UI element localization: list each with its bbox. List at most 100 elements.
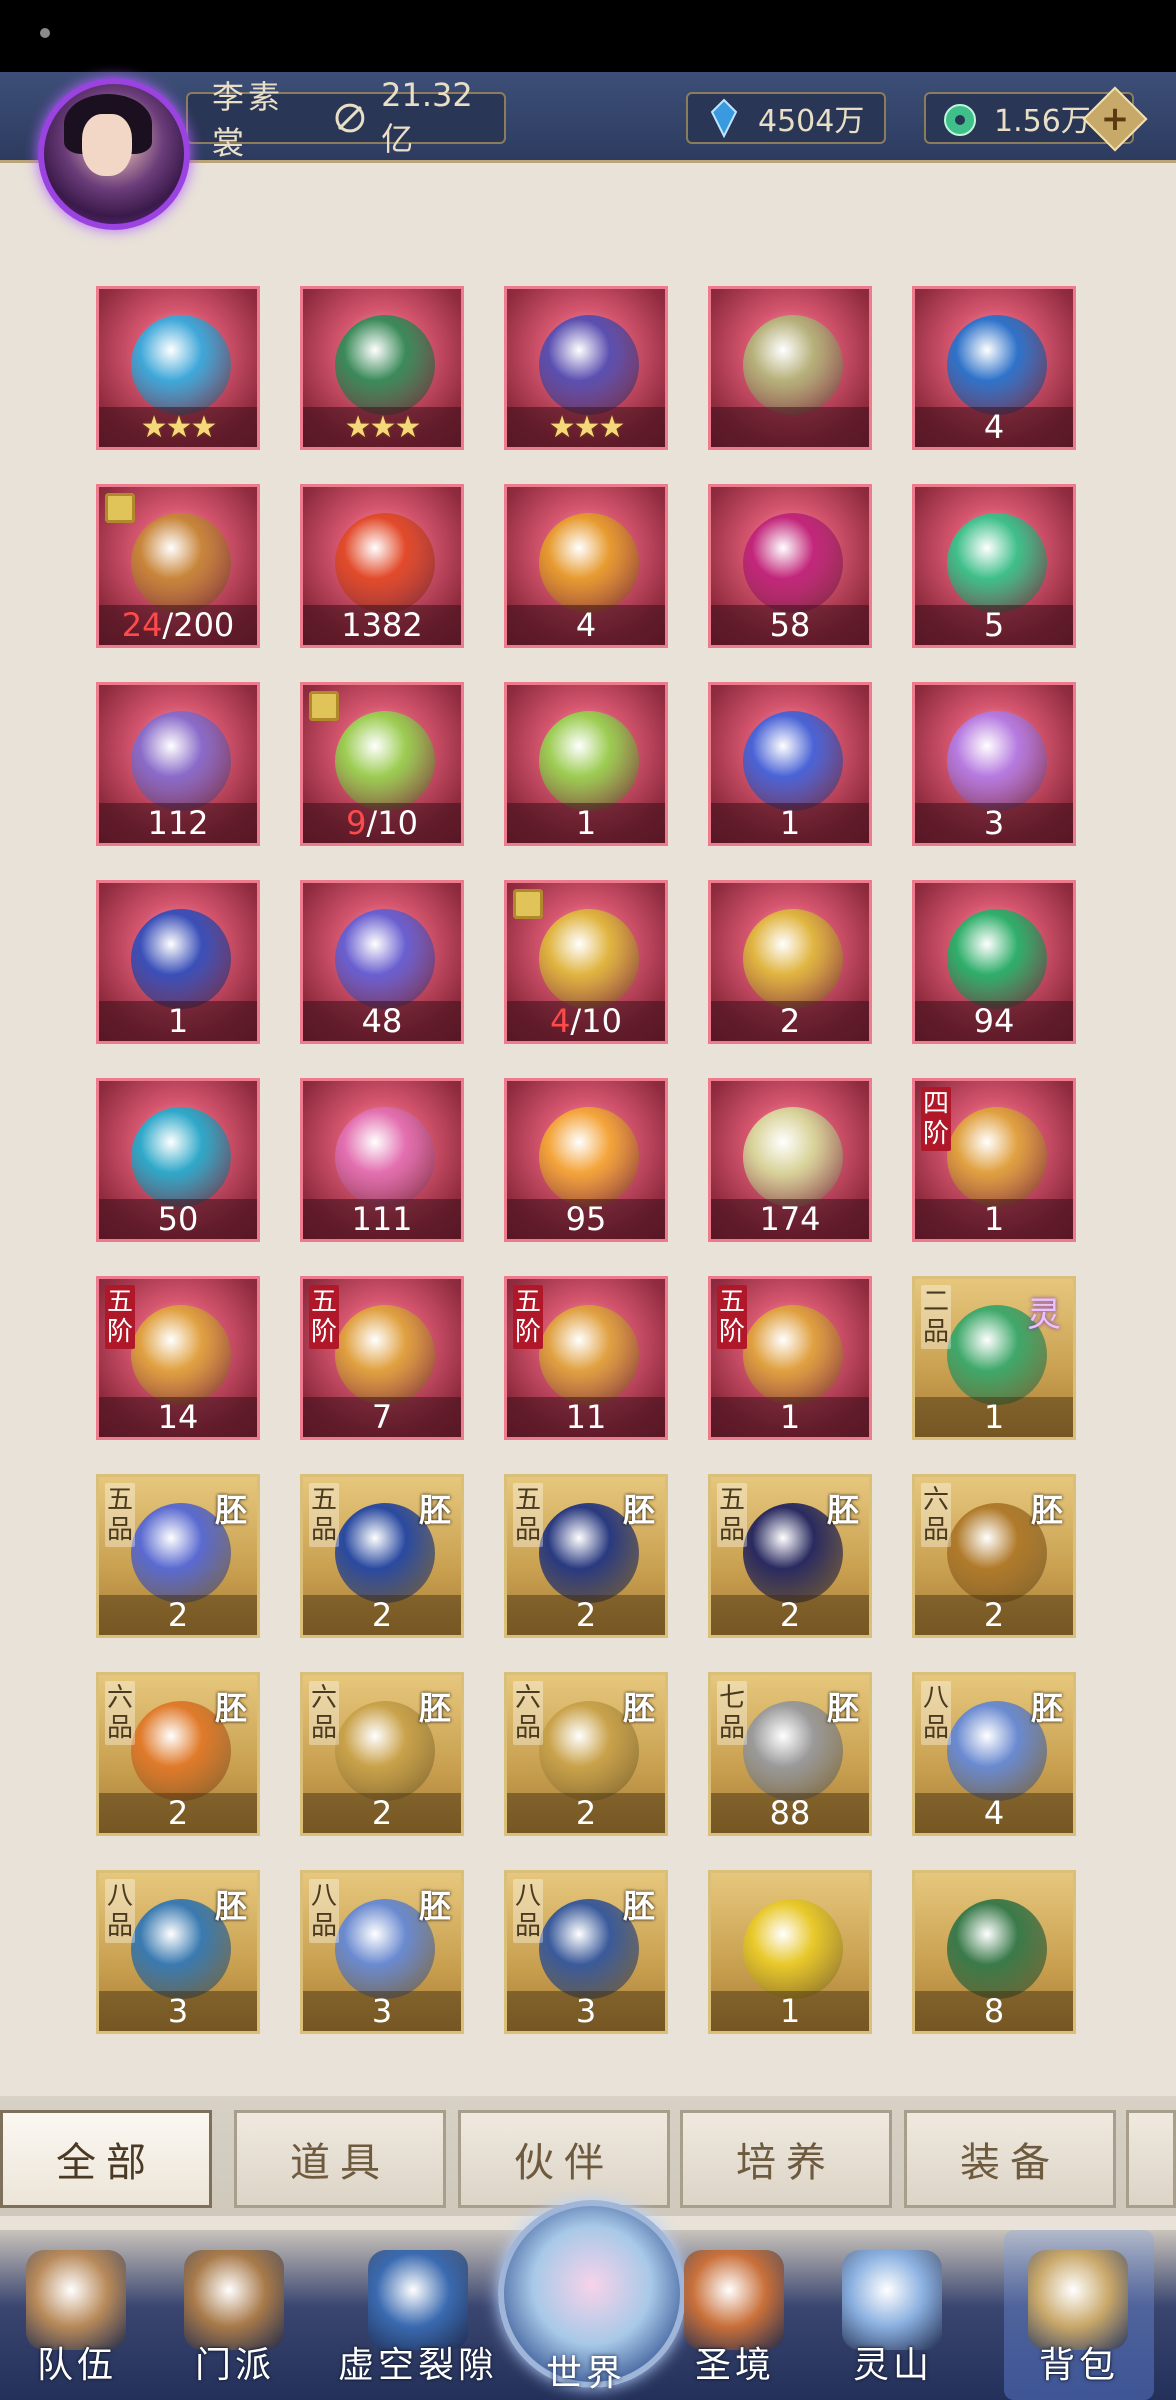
nav-sect[interactable]: 门派 xyxy=(160,2230,310,2400)
inventory-slot[interactable]: 二品 灵 1 xyxy=(912,1276,1076,1440)
inventory-slot[interactable]: 1 xyxy=(708,1870,872,2034)
amber-orb-icon xyxy=(539,513,639,613)
item-count: 2 xyxy=(303,1595,461,1635)
inventory-slot[interactable]: 八品 胚 4 xyxy=(912,1672,1076,1836)
count-value: 1 xyxy=(167,1002,189,1040)
count-value: 50 xyxy=(157,1200,199,1238)
item-count: 8 xyxy=(915,1991,1073,2031)
avatar-face xyxy=(82,114,132,176)
potion-icon xyxy=(947,315,1047,415)
inventory-slot[interactable]: 五品 胚 2 xyxy=(96,1474,260,1638)
count-value: 48 xyxy=(361,1002,403,1040)
nav-backpack[interactable]: 背包 xyxy=(1004,2230,1154,2400)
inventory-slot[interactable]: 五品 胚 2 xyxy=(504,1474,668,1638)
fragment-total: /200 xyxy=(162,606,235,644)
lotus-pill-icon xyxy=(539,1305,639,1405)
inventory-slot[interactable]: 五阶 11 xyxy=(504,1276,668,1440)
inventory-slot[interactable]: ★★★ xyxy=(300,286,464,450)
inventory-slot[interactable]: 4 xyxy=(504,484,668,648)
inventory-slot[interactable]: 4 xyxy=(912,286,1076,450)
inventory-slot[interactable]: 五阶 14 xyxy=(96,1276,260,1440)
inventory-slot[interactable]: 174 xyxy=(708,1078,872,1242)
team-icon xyxy=(26,2250,126,2350)
disc-icon xyxy=(947,1899,1047,1999)
item-count: 95 xyxy=(507,1199,665,1239)
inventory-slot[interactable]: 六品 胚 2 xyxy=(504,1672,668,1836)
inventory-slot[interactable]: 1 xyxy=(708,682,872,846)
player-info[interactable]: 李素裳 21.32亿 xyxy=(186,76,506,162)
inventory-slot[interactable]: 五阶 7 xyxy=(300,1276,464,1440)
nav-rift[interactable]: 虚空裂隙 xyxy=(318,2230,518,2400)
inventory-slot[interactable]: 8 xyxy=(912,1870,1076,2034)
nav-team[interactable]: 队伍 xyxy=(2,2230,152,2400)
tab-4[interactable]: 装备 xyxy=(904,2110,1116,2208)
inventory-slot[interactable]: 4/10 xyxy=(504,880,668,1044)
inventory-slot[interactable]: 1382 xyxy=(300,484,464,648)
inventory-slot[interactable]: 2 xyxy=(708,880,872,1044)
item-count: 3 xyxy=(303,1991,461,2031)
inventory-slot[interactable]: 五品 胚 2 xyxy=(708,1474,872,1638)
tab-0[interactable]: 全部 xyxy=(0,2110,212,2208)
fragment-current: 24 xyxy=(121,606,163,644)
lotus-pearl-icon xyxy=(947,711,1047,811)
count-value: 1 xyxy=(779,1398,801,1436)
tab-3[interactable]: 培养 xyxy=(680,2110,892,2208)
item-count: 1 xyxy=(711,1991,869,2031)
tab-1[interactable]: 道具 xyxy=(234,2110,446,2208)
inventory-slot[interactable]: 六品 胚 2 xyxy=(912,1474,1076,1638)
inventory-slot[interactable]: 94 xyxy=(912,880,1076,1044)
fragment-current: 4 xyxy=(550,1002,571,1040)
inventory-slot[interactable]: 八品 胚 3 xyxy=(504,1870,668,2034)
inventory-slot[interactable]: 48 xyxy=(300,880,464,1044)
inventory-slot[interactable]: 八品 胚 3 xyxy=(96,1870,260,2034)
tab-overflow[interactable] xyxy=(1126,2110,1176,2208)
inventory-slot[interactable]: 5 xyxy=(912,484,1076,648)
inventory-slot[interactable]: 95 xyxy=(504,1078,668,1242)
inventory-slot[interactable]: 六品 胚 2 xyxy=(96,1672,260,1836)
inventory-slot[interactable]: 112 xyxy=(96,682,260,846)
inventory-slot[interactable]: 四阶 1 xyxy=(912,1078,1076,1242)
golden-orb-icon xyxy=(743,909,843,1009)
crystal-currency[interactable]: 4504万 xyxy=(686,92,886,144)
inventory-slot[interactable]: 六品 胚 2 xyxy=(300,1672,464,1836)
plus-icon: + xyxy=(1100,99,1130,139)
item-count: 174 xyxy=(711,1199,869,1239)
inventory-slot[interactable]: 3 xyxy=(912,682,1076,846)
blue-crystal-icon xyxy=(710,98,738,138)
inventory-slot[interactable]: 58 xyxy=(708,484,872,648)
inventory-slot[interactable]: ★★★ xyxy=(96,286,260,450)
inventory-slot[interactable]: 五品 胚 2 xyxy=(300,1474,464,1638)
blank-badge: 胚 xyxy=(622,1689,655,1727)
inventory-slot[interactable]: ★★★ xyxy=(504,286,668,450)
tier-badge: 五品 xyxy=(309,1483,339,1547)
blank-badge: 胚 xyxy=(214,1491,247,1529)
fragment-total: /10 xyxy=(570,1002,622,1040)
inventory-slot[interactable]: 八品 胚 3 xyxy=(300,1870,464,2034)
inventory-slot[interactable]: 50 xyxy=(96,1078,260,1242)
inventory-slot[interactable] xyxy=(708,286,872,450)
blue-crescent-icon xyxy=(743,711,843,811)
count-value: 112 xyxy=(147,804,209,842)
inventory-slot[interactable]: 五阶 1 xyxy=(708,1276,872,1440)
inventory-slot[interactable]: 24/200 xyxy=(96,484,260,648)
inventory-slot[interactable]: 111 xyxy=(300,1078,464,1242)
blank-badge: 胚 xyxy=(418,1887,451,1925)
item-count: 4 xyxy=(915,407,1073,447)
count-value: 1382 xyxy=(341,606,423,644)
inventory-slot[interactable]: 1 xyxy=(504,682,668,846)
item-count: ★★★ xyxy=(507,407,665,447)
count-value: 2 xyxy=(575,1794,597,1832)
inventory-slot[interactable]: 七品 胚 88 xyxy=(708,1672,872,1836)
nav-holy-realm[interactable]: 圣境 xyxy=(660,2230,810,2400)
tier-badge: 八品 xyxy=(921,1681,951,1745)
item-count: 112 xyxy=(99,803,257,843)
item-count: 7 xyxy=(303,1397,461,1437)
tab-2[interactable]: 伙伴 xyxy=(458,2110,670,2208)
jade-token-icon xyxy=(743,1107,843,1207)
inventory-slot[interactable]: 1 xyxy=(96,880,260,1044)
nav-spirit-mountain[interactable]: 灵山 xyxy=(818,2230,968,2400)
inventory-slot[interactable]: 9/10 xyxy=(300,682,464,846)
golden-orb-icon xyxy=(539,909,639,1009)
avatar[interactable] xyxy=(38,78,190,230)
count-value: 7 xyxy=(371,1398,393,1436)
